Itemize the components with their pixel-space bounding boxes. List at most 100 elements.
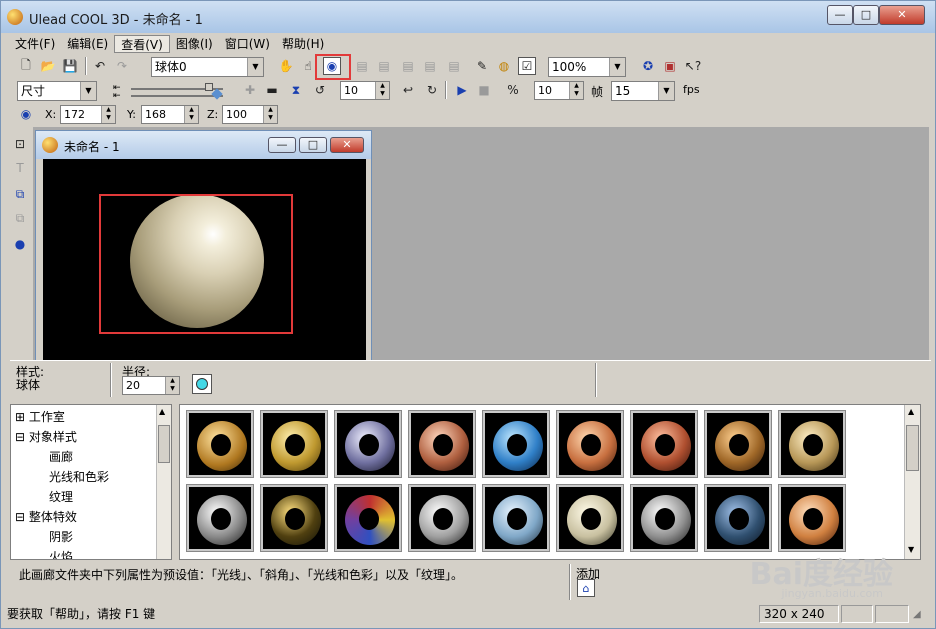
doc-maximize-button[interactable]: □ <box>299 137 327 153</box>
spin-arrows-icon[interactable]: ▲ ▼ <box>165 377 179 394</box>
preset-thumbnail[interactable] <box>704 484 772 552</box>
chevron-down-icon[interactable]: ▼ <box>247 58 263 76</box>
position-icon[interactable]: ◉ <box>17 105 35 123</box>
resize-grip-icon[interactable]: ◢ <box>913 609 921 620</box>
add-frame-icon[interactable]: ✚ <box>241 81 259 99</box>
preset-thumbnail[interactable] <box>186 410 254 478</box>
preset-thumbnail[interactable] <box>408 484 476 552</box>
preset-thumbnail[interactable] <box>186 484 254 552</box>
preset-thumbnail[interactable] <box>408 410 476 478</box>
layer-icon-3[interactable]: ▤ <box>399 57 417 75</box>
maximize-button[interactable]: □ <box>853 5 879 25</box>
help-pointer-icon[interactable]: ↖? <box>684 57 702 75</box>
preset-thumbnail[interactable] <box>334 410 402 478</box>
open-file-icon[interactable]: 📂 <box>39 57 57 75</box>
frame-spinner[interactable]: 10 ▲ ▼ <box>340 81 390 100</box>
spin-arrows-icon[interactable]: ▲ ▼ <box>184 106 198 123</box>
tree-item-studio[interactable]: ⊞ 工作室 <box>15 408 65 425</box>
tree-item-shadow[interactable]: 阴影 <box>49 528 73 545</box>
zoom-select[interactable]: 100% ▼ <box>548 57 626 77</box>
preset-thumbnail[interactable] <box>482 484 550 552</box>
add-preset-button[interactable]: ⌂ <box>577 579 595 597</box>
tree-item-fire[interactable]: 火焰 <box>49 548 73 559</box>
spin-arrows-icon[interactable]: ▲ ▼ <box>569 82 583 99</box>
doc-minimize-button[interactable]: — <box>268 137 296 153</box>
preset-thumbnail[interactable] <box>630 410 698 478</box>
refresh-icon[interactable]: ↻ <box>423 81 441 99</box>
stop-icon[interactable]: ■ <box>475 81 493 99</box>
frames-select[interactable]: 15 ▼ <box>611 81 675 101</box>
menu-edit[interactable]: 编辑(E) <box>61 35 114 53</box>
undo-icon[interactable]: ↶ <box>91 57 109 75</box>
preset-thumbnail[interactable] <box>260 410 328 478</box>
mode-select[interactable]: 尺寸 ▼ <box>17 81 97 101</box>
category-tree[interactable]: ⊞ 工作室 ⊟ 对象样式 画廊 光线和色彩 纹理 ⊟ 整体特效 阴影 火焰 ▲ <box>10 404 172 560</box>
loop-icon[interactable]: ↺ <box>311 81 329 99</box>
insert-object-icon[interactable]: ⧉ <box>11 185 29 203</box>
tree-scrollbar[interactable]: ▲ <box>156 405 171 559</box>
percent-icon[interactable]: % <box>504 81 522 99</box>
minimize-button[interactable]: — <box>827 5 853 25</box>
preset-thumbnail[interactable] <box>556 410 624 478</box>
plugin-icon[interactable]: ✪ <box>639 57 657 75</box>
tree-item-gallery[interactable]: 画廊 <box>49 448 73 465</box>
spin-arrows-icon[interactable]: ▲ ▼ <box>375 82 389 99</box>
menu-image[interactable]: 图像(I) <box>170 35 219 53</box>
menu-view[interactable]: 查看(V) <box>114 35 170 53</box>
tree-item-light-color[interactable]: 光线和色彩 <box>49 468 109 485</box>
save-icon[interactable]: 💾 <box>61 57 79 75</box>
sphere-icon[interactable]: ● <box>11 235 29 253</box>
menu-file[interactable]: 文件(F) <box>9 35 61 53</box>
preset-thumbnail[interactable] <box>778 410 846 478</box>
doc-close-button[interactable]: ✕ <box>330 137 364 153</box>
preset-thumbnail[interactable] <box>260 484 328 552</box>
chevron-down-icon[interactable]: ▼ <box>609 58 625 76</box>
color-picker-button[interactable] <box>192 374 212 394</box>
new-file-icon[interactable]: 🗋 <box>17 57 35 75</box>
tree-item-object-style[interactable]: ⊟ 对象样式 <box>15 428 77 445</box>
timeline-slider[interactable]: ⇤ ⇤ <box>113 81 233 101</box>
preset-thumbnail[interactable] <box>778 484 846 552</box>
text-frame-icon[interactable]: ⊡ <box>11 135 29 153</box>
z-spinner[interactable]: 100 ▲ ▼ <box>222 105 278 124</box>
chevron-down-icon[interactable]: ▼ <box>658 82 674 100</box>
menu-window[interactable]: 窗口(W) <box>219 35 276 53</box>
brush-icon[interactable]: ✎ <box>473 57 491 75</box>
object-select[interactable]: 球体0 ▼ <box>151 57 264 77</box>
tree-item-global-effects[interactable]: ⊟ 整体特效 <box>15 508 77 525</box>
menu-help[interactable]: 帮助(H) <box>276 35 330 53</box>
globe-icon[interactable]: ◍ <box>495 57 513 75</box>
preset-thumbnail[interactable] <box>630 484 698 552</box>
layer-icon-5[interactable]: ▤ <box>445 57 463 75</box>
text-edit-icon[interactable]: T <box>11 159 29 177</box>
tree-item-texture[interactable]: 纹理 <box>49 488 73 505</box>
export-icon[interactable]: ▣ <box>661 57 679 75</box>
app-icon[interactable] <box>7 9 23 25</box>
x-spinner[interactable]: 172 ▲ ▼ <box>60 105 116 124</box>
preview-icon[interactable]: ☑ <box>518 57 536 75</box>
preset-gallery[interactable]: ▲ ▼ <box>179 404 921 560</box>
close-button[interactable]: ✕ <box>879 5 925 25</box>
render-canvas[interactable] <box>43 159 366 361</box>
layer-icon-1[interactable]: ▤ <box>353 57 371 75</box>
spin-arrows-icon[interactable]: ▲ ▼ <box>263 106 277 123</box>
return-icon[interactable]: ↩ <box>399 81 417 99</box>
preset-thumbnail[interactable] <box>482 410 550 478</box>
reverse-icon[interactable]: ⧗ <box>287 81 305 99</box>
layer-icon-2[interactable]: ▤ <box>375 57 393 75</box>
preset-thumbnail[interactable] <box>556 484 624 552</box>
redo-icon[interactable]: ↷ <box>113 57 131 75</box>
preset-thumbnail[interactable] <box>334 484 402 552</box>
preset-thumbnail[interactable] <box>704 410 772 478</box>
remove-object-icon[interactable]: ⧉ <box>11 209 29 227</box>
chevron-down-icon[interactable]: ▼ <box>80 82 96 100</box>
remove-frame-icon[interactable]: ▬ <box>263 81 281 99</box>
spin-arrows-icon[interactable]: ▲ ▼ <box>101 106 115 123</box>
ease-spinner[interactable]: 10 ▲ ▼ <box>534 81 584 100</box>
play-icon[interactable]: ▶ <box>453 81 471 99</box>
layer-icon-4[interactable]: ▤ <box>421 57 439 75</box>
radius-spinner[interactable]: 20 ▲ ▼ <box>122 376 180 395</box>
y-spinner[interactable]: 168 ▲ ▼ <box>141 105 199 124</box>
gallery-scrollbar[interactable]: ▲ ▼ <box>904 405 920 559</box>
hand-icon[interactable]: ✋ <box>277 57 295 75</box>
